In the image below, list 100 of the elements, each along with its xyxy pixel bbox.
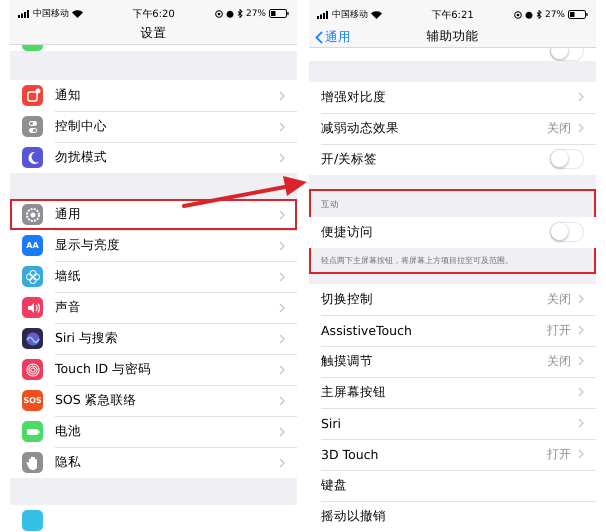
chevron-icon: [578, 387, 584, 398]
chevron-icon: [279, 210, 285, 220]
bluetooth-icon: [536, 10, 542, 20]
chevron-icon: [315, 30, 323, 44]
settings-row[interactable]: 减弱动态效果 关闭: [309, 112, 596, 144]
settings-row[interactable]: 键盘: [309, 470, 596, 501]
settings-row[interactable]: Touch ID 与密码: [10, 354, 297, 386]
settings-row[interactable]: 开/关标签: [309, 144, 596, 175]
settings-row[interactable]: 增强对比度: [309, 82, 596, 113]
signal-icon: [18, 10, 30, 18]
row-label: 主屏幕按钮: [321, 384, 387, 401]
chevron-icon: [578, 123, 584, 134]
alarm-icon: [226, 10, 234, 18]
row-label: 增强对比度: [321, 88, 387, 106]
settings-row[interactable]: 隐私: [10, 447, 297, 478]
chevron-icon: [279, 302, 285, 313]
row-label: 通用: [55, 206, 82, 224]
clock-time: 下午6:20: [132, 8, 175, 21]
toggle-switch[interactable]: [550, 222, 584, 242]
row-label: 隐私: [55, 454, 82, 472]
back-button[interactable]: 通用: [313, 28, 353, 46]
settings-row[interactable]: 电池: [10, 416, 297, 448]
carrier-name: 中国移动: [332, 8, 368, 22]
settings-row[interactable]: 通用: [10, 199, 297, 230]
chevron-icon: [578, 325, 584, 336]
chevron-icon: [578, 92, 584, 102]
settings-row[interactable]: SOS SOS 紧急联络: [10, 385, 297, 416]
row-label: 便捷访问: [321, 224, 374, 241]
chevron-icon: [578, 294, 584, 304]
row-label: 3D Touch: [321, 446, 380, 462]
row-label: 电池: [55, 423, 82, 440]
row-label: 减弱动态效果: [321, 120, 400, 137]
row-label: 声音: [55, 299, 82, 316]
battery-icon: [568, 10, 588, 20]
row-value: 关闭: [547, 352, 571, 370]
row-label: 勿扰模式: [55, 149, 108, 166]
row-label: 触摸调节: [321, 352, 374, 370]
chevron-icon: [279, 426, 285, 437]
row-label: Siri 与搜索: [55, 330, 119, 348]
row-label: 墙纸: [55, 268, 82, 286]
toggle-switch[interactable]: [550, 149, 584, 170]
settings-row[interactable]: Siri 与搜索: [10, 323, 297, 354]
location-icon: [514, 10, 522, 19]
chevron-icon: [279, 458, 285, 468]
battery-percent: 27%: [544, 10, 565, 20]
chevron-icon: [279, 272, 285, 282]
wifi-icon: [371, 10, 382, 19]
row-label: 键盘: [321, 476, 348, 494]
bluetooth-icon: [236, 9, 243, 18]
app-icon: SOS: [22, 390, 43, 412]
row-label: Siri: [321, 416, 342, 431]
row-label: 通知: [55, 87, 82, 104]
app-icon: AA: [22, 235, 43, 256]
wifi-icon: [72, 10, 83, 18]
chevron-icon: [578, 356, 584, 366]
row-label: AssistiveTouch: [321, 322, 413, 338]
settings-row[interactable]: 控制中心: [10, 111, 297, 142]
settings-row[interactable]: AssistiveTouch 打开: [309, 314, 596, 346]
chevron-icon: [578, 449, 584, 460]
row-label: 控制中心: [55, 118, 108, 136]
carrier-name: 中国移动: [33, 8, 69, 20]
location-icon: [214, 10, 223, 18]
settings-row[interactable]: 墙纸: [10, 261, 297, 292]
settings-row[interactable]: 摇动以撤销: [309, 500, 596, 532]
row-label: 显示与亮度: [55, 237, 121, 254]
section-footer: 轻点两下主屏幕按钮，将屏幕上方项目拉至可及范围。: [309, 248, 596, 274]
signal-icon: [317, 10, 329, 19]
section-header: 互动: [320, 198, 340, 212]
clock-time: 下午6:21: [431, 8, 474, 22]
nav-title: 辅助功能: [426, 28, 478, 45]
settings-row[interactable]: 勿扰模式: [10, 142, 297, 174]
battery-icon: [269, 9, 289, 18]
settings-row[interactable]: AA 显示与亮度: [10, 230, 297, 262]
settings-row[interactable]: 3D Touch 打开: [309, 438, 596, 470]
chevron-icon: [279, 396, 285, 406]
row-value: 关闭: [547, 120, 571, 137]
row-label: Touch ID 与密码: [55, 361, 152, 378]
row-label: SOS 紧急联络: [55, 392, 138, 410]
chevron-icon: [279, 334, 285, 344]
chevron-icon: [578, 418, 584, 428]
row-label: 开/关标签: [321, 150, 378, 168]
settings-row[interactable]: 声音: [10, 292, 297, 324]
row-value: 关闭: [547, 290, 571, 308]
settings-row[interactable]: 通知: [10, 80, 297, 112]
row-label: 摇动以撤销: [321, 508, 387, 525]
chevron-icon: [279, 90, 285, 101]
chevron-icon: [279, 152, 285, 163]
battery-percent: 27%: [246, 8, 266, 19]
settings-row[interactable]: Siri: [309, 408, 596, 439]
settings-row[interactable]: 便捷访问: [309, 216, 596, 248]
settings-row[interactable]: 触摸调节 关闭: [309, 346, 596, 377]
alarm-icon: [524, 10, 533, 19]
chevron-icon: [279, 122, 285, 132]
settings-row[interactable]: 切换控制 关闭: [309, 284, 596, 315]
chevron-icon: [279, 364, 285, 375]
nav-title: 设置: [140, 25, 166, 42]
row-label: 切换控制: [321, 290, 374, 308]
row-value: 打开: [547, 446, 571, 463]
settings-row[interactable]: 主屏幕按钮: [309, 376, 596, 408]
row-value: 打开: [547, 322, 571, 339]
